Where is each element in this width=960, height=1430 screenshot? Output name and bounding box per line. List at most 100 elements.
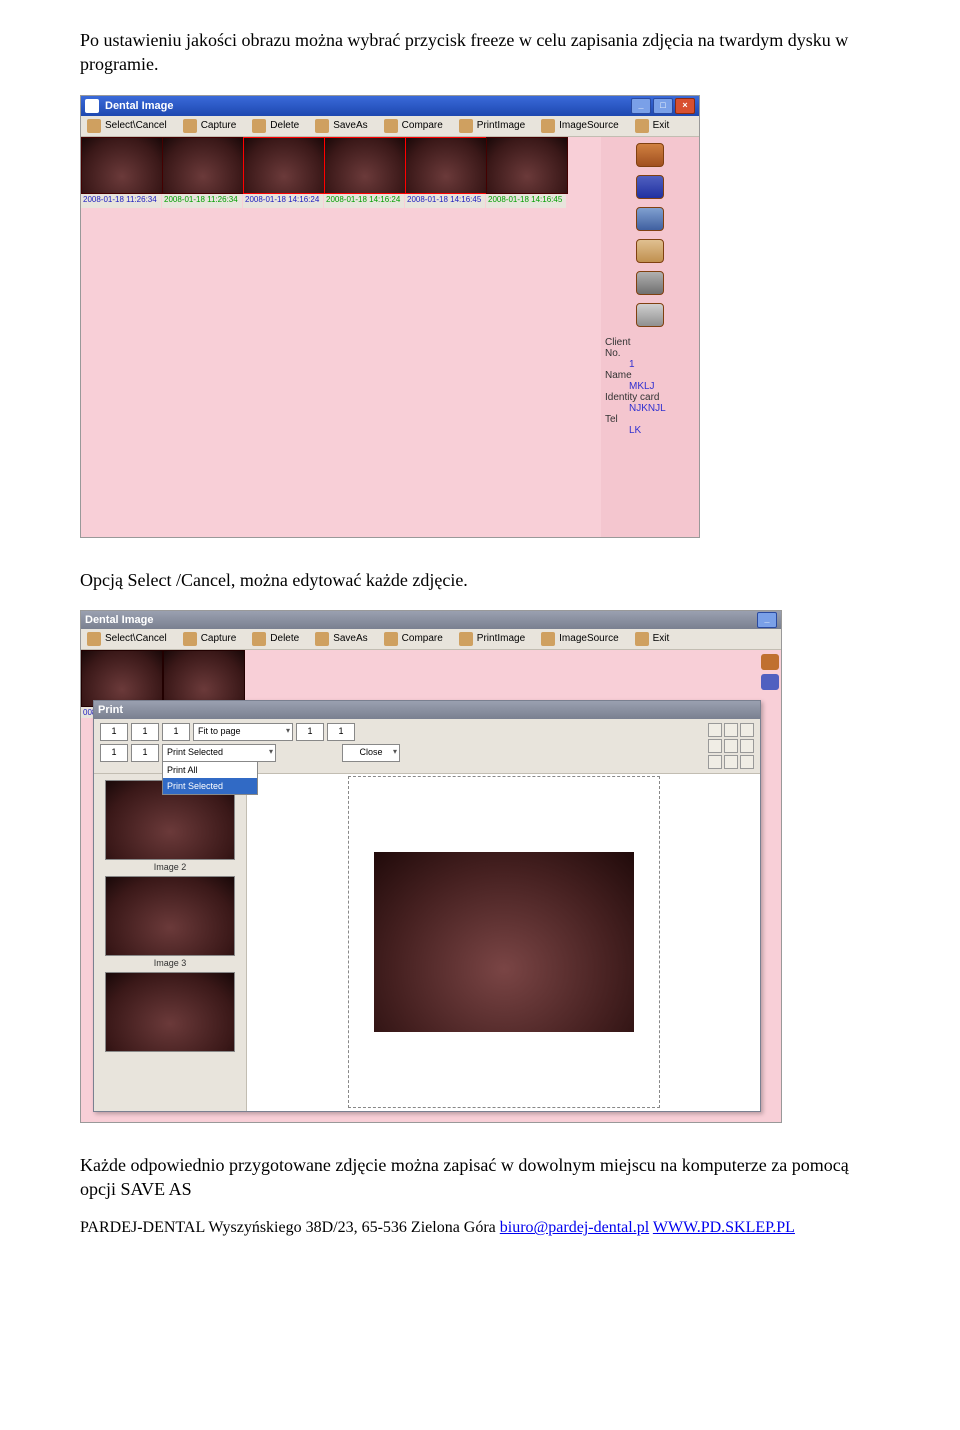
dropdown-item[interactable]: Print Selected xyxy=(163,778,257,794)
print-title: Print xyxy=(98,704,123,716)
footer-address: PARDEJ-DENTAL Wyszyńskiego 38D/23, 65-53… xyxy=(80,1219,500,1236)
thumbnail[interactable]: 2008-01-18 14:16:24 xyxy=(324,137,404,208)
toolbar-compare[interactable]: Compare xyxy=(384,632,443,646)
side-icon-reel[interactable] xyxy=(636,143,664,167)
main-toolbar: Select\Cancel Capture Delete SaveAs Comp… xyxy=(81,629,781,650)
toolbar-printimage[interactable]: PrintImage xyxy=(459,119,525,133)
print-range-combo[interactable]: Print Selected Print All Print Selected xyxy=(162,744,276,762)
screenshot-dental-image-main: Dental Image _ □ × Select\Cancel Capture… xyxy=(80,95,700,538)
client-tel-value: LK xyxy=(605,425,695,436)
minimize-button[interactable]: _ xyxy=(757,612,777,628)
select-icon xyxy=(87,119,101,133)
client-id-value: NJKNJL xyxy=(605,403,695,414)
window-title: Dental Image xyxy=(85,614,153,626)
source-icon xyxy=(541,632,555,646)
toolbar-imagesource[interactable]: ImageSource xyxy=(541,119,618,133)
minimize-button[interactable]: _ xyxy=(631,98,651,114)
spinner-3[interactable]: 1 xyxy=(162,723,190,741)
print-titlebar[interactable]: Print xyxy=(94,701,760,719)
toolbar-select-cancel[interactable]: Select\Cancel xyxy=(87,632,167,646)
thumbnail-row: 2008-01-18 11:26:34 2008-01-18 11:26:34 … xyxy=(81,137,601,208)
toolbar-exit[interactable]: Exit xyxy=(635,632,670,646)
spinner-2[interactable]: 1 xyxy=(131,723,159,741)
side-icon[interactable] xyxy=(761,674,779,690)
toolbar-compare[interactable]: Compare xyxy=(384,119,443,133)
save-icon xyxy=(315,119,329,133)
window-titlebar[interactable]: Dental Image _ □ × xyxy=(81,96,699,116)
compare-icon xyxy=(384,119,398,133)
print-range-dropdown[interactable]: Print All Print Selected xyxy=(162,761,258,795)
delete-icon xyxy=(252,119,266,133)
footer-site-link[interactable]: WWW.PD.SKLEP.PL xyxy=(653,1219,795,1236)
window-titlebar[interactable]: Dental Image _ xyxy=(81,611,781,629)
spinner-7[interactable]: 1 xyxy=(131,744,159,762)
print-icon xyxy=(459,119,473,133)
side-icon-eraser[interactable] xyxy=(636,239,664,263)
capture-icon xyxy=(183,119,197,133)
client-panel: Client No. 1 Name MKLJ Identity card NJK… xyxy=(601,335,699,438)
maximize-button[interactable]: □ xyxy=(653,98,673,114)
toolbar-capture[interactable]: Capture xyxy=(183,632,237,646)
client-id-label: Identity card xyxy=(605,392,695,403)
print-preview-canvas xyxy=(247,774,760,1111)
print-toolbar: 1 1 1 Fit to page 1 1 1 1 Print Selected xyxy=(94,719,760,774)
main-toolbar: Select\Cancel Capture Delete SaveAs Comp… xyxy=(81,116,699,137)
screenshot-dental-image-print: Dental Image _ Select\Cancel Capture Del… xyxy=(80,610,782,1123)
bg-thumbnail xyxy=(163,650,245,707)
page-footer: PARDEJ-DENTAL Wyszyńskiego 38D/23, 65-53… xyxy=(80,1219,880,1237)
toolbar-select-cancel[interactable]: Select\Cancel xyxy=(87,119,167,133)
client-header: Client xyxy=(605,337,695,348)
spinner-4[interactable]: 1 xyxy=(296,723,324,741)
capture-icon xyxy=(183,632,197,646)
toolbar-delete[interactable]: Delete xyxy=(252,632,299,646)
print-thumb[interactable] xyxy=(105,876,235,956)
toolbar-delete[interactable]: Delete xyxy=(252,119,299,133)
side-strip xyxy=(759,650,781,730)
spinner-1[interactable]: 1 xyxy=(100,723,128,741)
print-thumb-label: Image 2 xyxy=(98,862,242,872)
close-button[interactable]: Close xyxy=(342,744,400,762)
print-dialog: Print 1 1 1 Fit to page 1 1 1 xyxy=(93,700,761,1112)
print-thumbnail-list[interactable]: Image 2 Image 3 xyxy=(94,774,247,1111)
thumbnail[interactable]: 2008-01-18 14:16:45 xyxy=(405,137,485,208)
client-tel-label: Tel xyxy=(605,414,695,425)
print-icon xyxy=(459,632,473,646)
client-name-label: Name xyxy=(605,370,695,381)
client-no-value: 1 xyxy=(605,359,695,370)
window-title: Dental Image xyxy=(105,100,173,112)
toolbar-capture[interactable]: Capture xyxy=(183,119,237,133)
close-button[interactable]: × xyxy=(675,98,695,114)
thumbnail[interactable]: 2008-01-18 14:16:24 xyxy=(243,137,323,208)
toolbar-saveas[interactable]: SaveAs xyxy=(315,119,367,133)
side-panel: Client No. 1 Name MKLJ Identity card NJK… xyxy=(601,137,699,537)
toolbar-printimage[interactable]: PrintImage xyxy=(459,632,525,646)
layout-button-grid[interactable] xyxy=(708,723,754,769)
paragraph-1: Po ustawieniu jakości obrazu można wybra… xyxy=(80,28,880,77)
side-icon-film[interactable] xyxy=(636,175,664,199)
bg-thumbnail xyxy=(81,650,163,707)
exit-icon xyxy=(635,119,649,133)
print-preview-image xyxy=(374,852,634,1032)
side-icon-glasses[interactable] xyxy=(636,271,664,295)
fit-combo[interactable]: Fit to page xyxy=(193,723,293,741)
exit-icon xyxy=(635,632,649,646)
select-icon xyxy=(87,632,101,646)
thumbnail[interactable]: 2008-01-18 11:26:34 xyxy=(162,137,242,208)
dropdown-item[interactable]: Print All xyxy=(163,762,257,778)
spinner-5[interactable]: 1 xyxy=(327,723,355,741)
toolbar-imagesource[interactable]: ImageSource xyxy=(541,632,618,646)
footer-email-link[interactable]: biuro@pardej-dental.pl xyxy=(500,1219,649,1236)
thumbnail[interactable]: 2008-01-18 14:16:45 xyxy=(486,137,566,208)
toolbar-exit[interactable]: Exit xyxy=(635,119,670,133)
thumbnail[interactable]: 2008-01-18 11:26:34 xyxy=(81,137,161,208)
client-no-label: No. xyxy=(605,348,695,359)
side-icon-clapper[interactable] xyxy=(636,207,664,231)
paragraph-2: Opcją Select /Cancel, można edytować każ… xyxy=(80,568,880,592)
spinner-6[interactable]: 1 xyxy=(100,744,128,762)
print-thumb[interactable] xyxy=(105,972,235,1052)
toolbar-saveas[interactable]: SaveAs xyxy=(315,632,367,646)
delete-icon xyxy=(252,632,266,646)
side-icon-gears[interactable] xyxy=(636,303,664,327)
print-page-outline xyxy=(348,776,660,1108)
side-icon[interactable] xyxy=(761,654,779,670)
